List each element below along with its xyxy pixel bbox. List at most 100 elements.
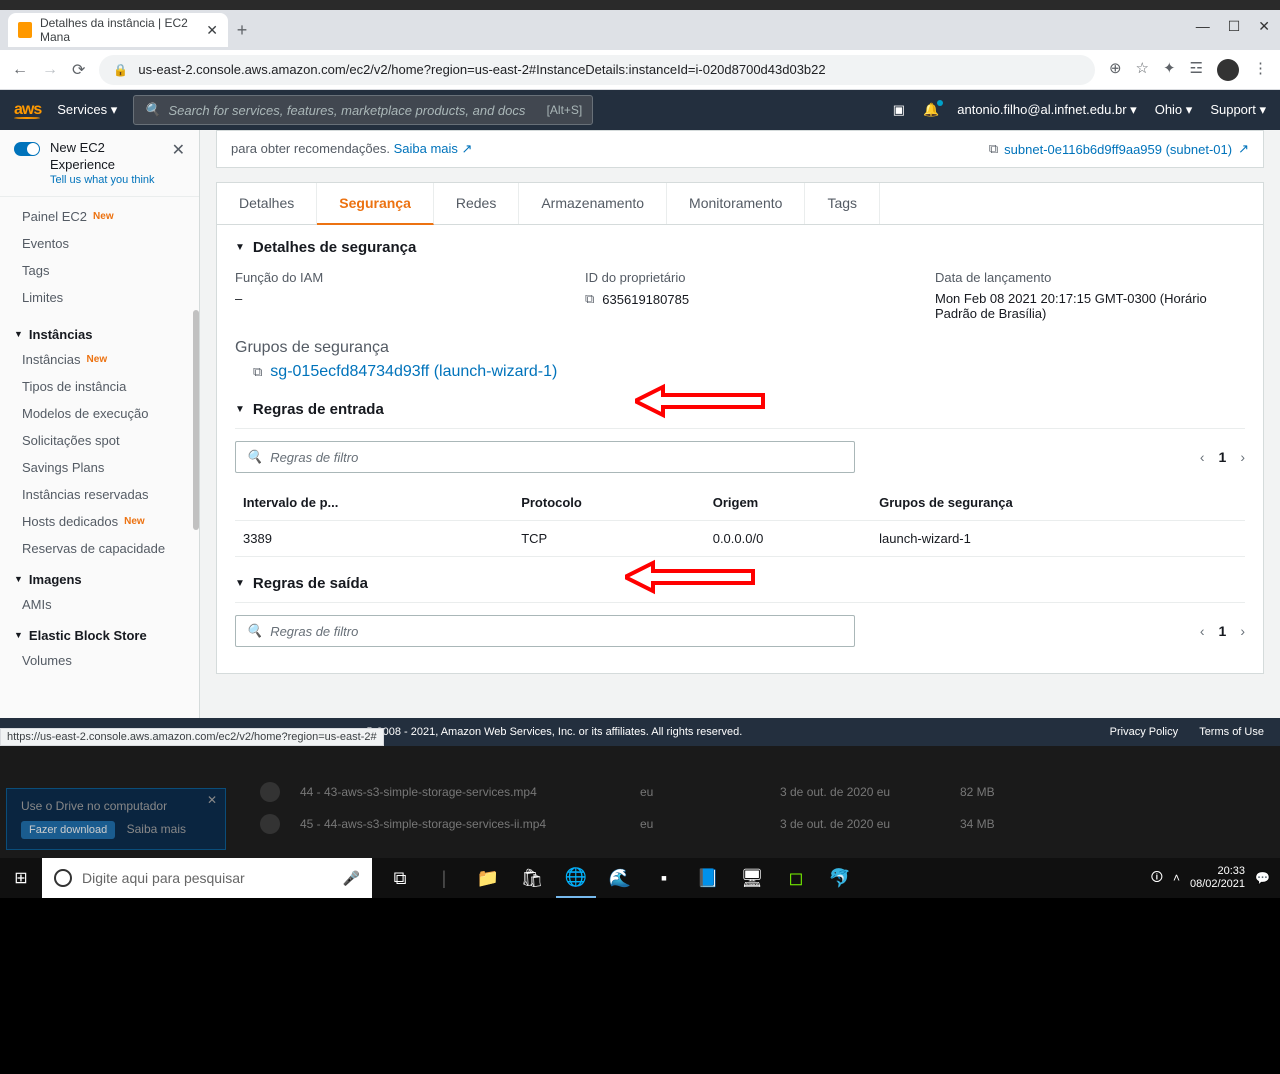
window-close[interactable]: ✕ xyxy=(1258,18,1270,35)
profile-avatar[interactable] xyxy=(1217,59,1239,81)
new-experience-toggle[interactable] xyxy=(14,142,40,156)
inbound-rules-heading[interactable]: Regras de entrada xyxy=(235,391,1245,429)
tab-tags[interactable]: Tags xyxy=(805,183,880,224)
mic-icon[interactable]: 🎤 xyxy=(343,870,360,887)
browser-tab[interactable]: Detalhes da instância | EC2 Mana ✕ xyxy=(8,13,228,47)
sidebar-item[interactable]: Tags xyxy=(0,257,199,284)
app-icon[interactable]: ◻ xyxy=(776,858,816,898)
table-row: 3389TCP0.0.0.0/0launch-wizard-1 xyxy=(235,521,1245,557)
tabs: DetalhesSegurançaRedesArmazenamentoMonit… xyxy=(217,183,1263,225)
extensions-icon[interactable]: ✦ xyxy=(1163,59,1176,81)
system-clock[interactable]: 20:33 08/02/2021 xyxy=(1190,865,1245,891)
browser-status-bar: https://us-east-2.console.aws.amazon.com… xyxy=(0,728,384,746)
sidebar-item[interactable]: InstânciasNew xyxy=(0,346,199,373)
sidebar-item[interactable]: Solicitações spot xyxy=(0,427,199,454)
sidebar-item[interactable]: Eventos xyxy=(0,230,199,257)
aws-search-input[interactable]: 🔍 Search for services, features, marketp… xyxy=(133,95,593,125)
privacy-link[interactable]: Privacy Policy xyxy=(1110,726,1178,738)
app-icon[interactable]: 🐬 xyxy=(820,858,860,898)
tab-segurança[interactable]: Segurança xyxy=(317,183,434,225)
tray-chevron-icon[interactable]: ˄ xyxy=(1173,871,1180,885)
learn-more-link[interactable]: Saiba mais xyxy=(127,822,186,836)
sidebar-item[interactable]: Reservas de capacidade xyxy=(0,535,199,562)
learn-more-link[interactable]: Saiba mais ↗ xyxy=(394,141,473,156)
external-link-icon[interactable]: ↗ xyxy=(1238,141,1249,157)
tab-monitoramento[interactable]: Monitoramento xyxy=(667,183,805,224)
page-number: 1 xyxy=(1219,623,1227,639)
window-minimize[interactable]: — xyxy=(1196,18,1210,35)
copy-icon[interactable]: ⧉ xyxy=(585,291,594,307)
windows-search-input[interactable]: Digite aqui para pesquisar 🎤 xyxy=(42,858,372,898)
tab-armazenamento[interactable]: Armazenamento xyxy=(519,183,667,224)
download-button[interactable]: Fazer download xyxy=(21,821,115,839)
close-icon[interactable]: ✕ xyxy=(207,793,217,807)
sidebar-item[interactable]: Hosts dedicadosNew xyxy=(0,508,199,535)
security-details-heading[interactable]: Detalhes de segurança xyxy=(235,239,1245,256)
zoom-icon[interactable]: ⊕ xyxy=(1109,59,1122,81)
app-icon[interactable]: 🖥 xyxy=(732,858,772,898)
sidebar-item[interactable]: Limites xyxy=(0,284,199,311)
notifications-icon[interactable]: 💬 xyxy=(1255,871,1270,885)
outbound-rules-heading[interactable]: Regras de saída xyxy=(235,565,1245,603)
sidebar-heading[interactable]: Instâncias xyxy=(0,317,199,346)
outbound-filter-input[interactable]: 🔍 Regras de filtro xyxy=(235,615,855,647)
sidebar-scrollbar[interactable] xyxy=(193,310,199,530)
copy-icon[interactable]: ⧉ xyxy=(989,141,998,157)
aws-logo[interactable]: aws xyxy=(14,101,41,119)
sidebar-item[interactable]: Savings Plans xyxy=(0,454,199,481)
close-icon[interactable]: ✕ xyxy=(172,140,185,160)
edge-icon[interactable]: 🌊 xyxy=(600,858,640,898)
tab-redes[interactable]: Redes xyxy=(434,183,519,224)
reading-list-icon[interactable]: ☲ xyxy=(1190,59,1203,81)
star-icon[interactable]: ☆ xyxy=(1136,59,1149,81)
cortana-icon xyxy=(54,869,72,887)
sidebar-item[interactable]: Volumes xyxy=(0,647,199,674)
table-cell: launch-wizard-1 xyxy=(871,521,1245,557)
security-groups-label: Grupos de segurança xyxy=(235,339,1245,357)
back-button[interactable]: ← xyxy=(12,61,28,79)
region-menu[interactable]: Ohio ▾ xyxy=(1155,102,1193,118)
account-menu[interactable]: antonio.filho@al.infnet.edu.br ▾ xyxy=(957,102,1136,118)
support-menu[interactable]: Support ▾ xyxy=(1210,102,1266,118)
copy-icon[interactable]: ⧉ xyxy=(253,364,262,380)
inbound-filter-input[interactable]: 🔍 Regras de filtro xyxy=(235,441,855,473)
new-experience-feedback-link[interactable]: Tell us what you think xyxy=(50,174,162,186)
cloudshell-icon[interactable]: ▣ xyxy=(893,102,905,118)
sidebar-heading[interactable]: Elastic Block Store xyxy=(0,618,199,647)
info-banner: para obter recomendações. Saiba mais ↗ ⧉… xyxy=(216,130,1264,168)
address-bar[interactable]: 🔒 us-east-2.console.aws.amazon.com/ec2/v… xyxy=(99,55,1095,85)
sidebar-item[interactable]: Modelos de execução xyxy=(0,400,199,427)
chrome-menu-icon[interactable]: ⋮ xyxy=(1253,59,1268,81)
terms-link[interactable]: Terms of Use xyxy=(1199,726,1264,738)
window-maximize[interactable]: ☐ xyxy=(1228,18,1241,35)
task-view-icon[interactable]: ⧉ xyxy=(380,858,420,898)
terminal-icon[interactable]: ▪ xyxy=(644,858,684,898)
owner-id-value: 635619180785 xyxy=(602,292,689,307)
drive-banner: ✕ Use o Drive no computador Fazer downlo… xyxy=(6,788,226,850)
sidebar-item[interactable]: AMIs xyxy=(0,591,199,618)
prev-page-button[interactable]: ‹ xyxy=(1200,623,1205,639)
sidebar-item[interactable]: Instâncias reservadas xyxy=(0,481,199,508)
notifications-icon[interactable]: 🔔 xyxy=(923,102,939,118)
explorer-icon[interactable]: 📁 xyxy=(468,858,508,898)
sidebar-item[interactable]: Tipos de instância xyxy=(0,373,199,400)
tray-icon[interactable]: 🛈 xyxy=(1151,868,1163,889)
forward-button[interactable]: → xyxy=(42,61,58,79)
start-button[interactable]: ⊞ xyxy=(0,868,42,888)
next-page-button[interactable]: › xyxy=(1240,449,1245,465)
sidebar-item[interactable]: Painel EC2New xyxy=(0,203,199,230)
details-panel: DetalhesSegurançaRedesArmazenamentoMonit… xyxy=(216,182,1264,674)
security-group-link[interactable]: sg-015ecfd84734d93ff (launch-wizard-1) xyxy=(270,363,557,381)
tab-detalhes[interactable]: Detalhes xyxy=(217,183,317,224)
reload-button[interactable]: ⟳ xyxy=(72,60,85,80)
sidebar-heading[interactable]: Imagens xyxy=(0,562,199,591)
new-tab-button[interactable]: + xyxy=(228,20,256,41)
app-icon[interactable]: 📘 xyxy=(688,858,728,898)
store-icon[interactable]: 🛍 xyxy=(512,858,552,898)
prev-page-button[interactable]: ‹ xyxy=(1200,449,1205,465)
tab-close-icon[interactable]: ✕ xyxy=(206,22,218,39)
chrome-icon[interactable]: 🌐 xyxy=(556,858,596,898)
services-menu[interactable]: Services ▾ xyxy=(57,102,117,118)
next-page-button[interactable]: › xyxy=(1240,623,1245,639)
subnet-link[interactable]: subnet-0e116b6d9ff9aa959 (subnet-01) xyxy=(1004,142,1232,157)
